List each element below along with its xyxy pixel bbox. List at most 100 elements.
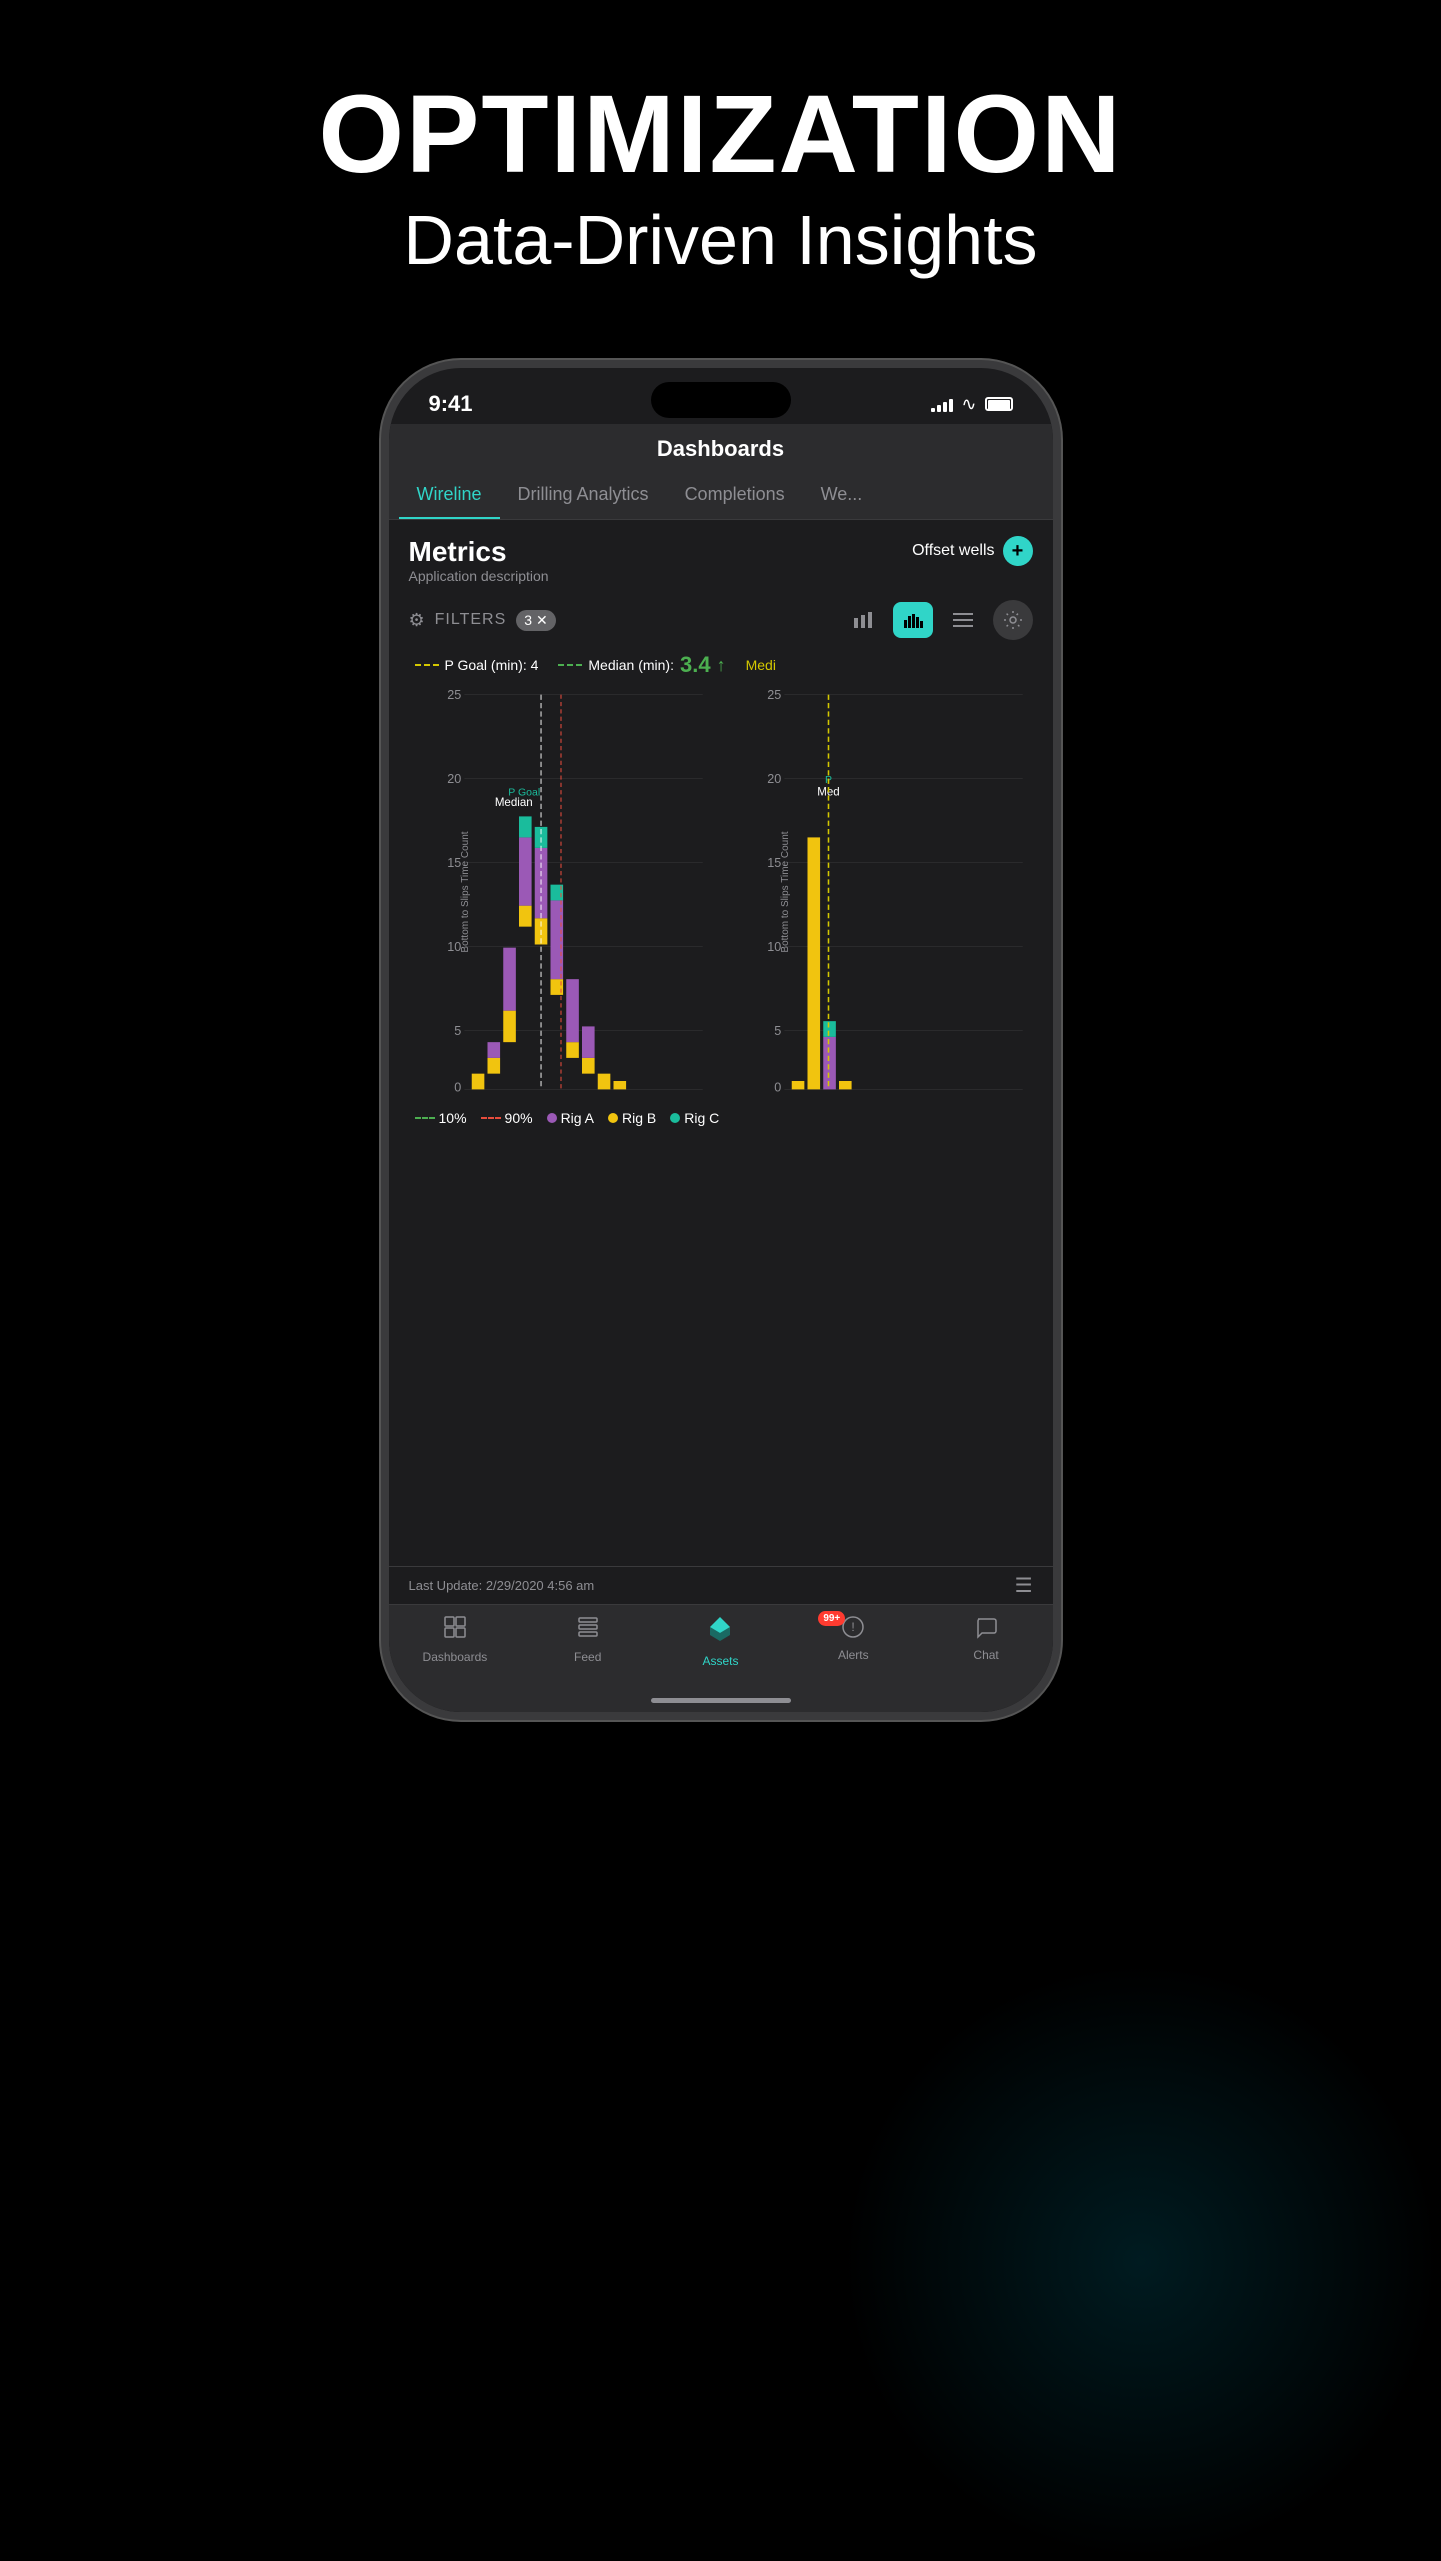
feed-nav-icon <box>576 1615 600 1646</box>
legend-90pct: 90% <box>481 1110 533 1126</box>
median-trend-icon: ↑ <box>717 655 726 676</box>
chart-legend-top: P Goal (min): 4 Median (min): 3.4 ↑ Medi <box>399 648 1043 682</box>
assets-nav-icon <box>706 1615 734 1650</box>
y-axis-title-1: Bottom to Slips Time Count <box>460 831 471 952</box>
assets-nav-label: Assets <box>702 1654 738 1668</box>
legend-10pct-label: 10% <box>439 1110 467 1126</box>
svg-text:20: 20 <box>767 772 781 786</box>
bar-chart-view-button[interactable] <box>843 602 883 638</box>
status-time: 9:41 <box>429 391 473 417</box>
main-subtitle: Data-Driven Insights <box>318 200 1122 280</box>
p-goal-line-icon <box>415 664 439 666</box>
chat-nav-icon <box>974 1615 998 1644</box>
home-indicator <box>389 1688 1053 1712</box>
charts-container: Bottom to Slips Time Count 25 20 15 10 5 <box>399 682 1043 1102</box>
rig-a-label: Rig A <box>561 1110 594 1126</box>
phone-frame: 9:41 ∿ Dashboards <box>381 360 1061 1720</box>
offset-wells[interactable]: Offset wells + <box>912 536 1032 566</box>
median-line-icon <box>558 664 582 666</box>
chart-svg-2: 25 20 15 10 5 0 <box>723 682 1039 1102</box>
page-heading: OPTIMIZATION Data-Driven Insights <box>318 80 1122 280</box>
legend-10pct: 10% <box>415 1110 467 1126</box>
bottom-legend: 10% 90% Rig A Rig B <box>399 1102 1043 1134</box>
y-axis-title-2: Bottom to Slips Time Count <box>780 831 791 952</box>
median-text-label: Median (min): <box>588 657 674 673</box>
settings-button[interactable] <box>993 600 1033 640</box>
dashboards-nav-label: Dashboards <box>423 1650 488 1664</box>
filter-icon: ⚙ <box>409 610 425 631</box>
rig-a-dot <box>547 1113 557 1123</box>
nav-item-chat[interactable]: Chat <box>920 1615 1053 1668</box>
nav-item-assets[interactable]: Assets <box>654 1615 787 1668</box>
dynamic-island <box>651 382 791 418</box>
menu-icon[interactable]: ☰ <box>1015 1573 1033 1598</box>
phone-screen: 9:41 ∿ Dashboards <box>389 368 1053 1712</box>
tab-bar: Wireline Drilling Analytics Completions … <box>389 470 1053 520</box>
nav-item-feed[interactable]: Feed <box>521 1615 654 1668</box>
rig-c-label: Rig C <box>684 1110 719 1126</box>
nav-item-alerts[interactable]: ! 99+ Alerts <box>787 1615 920 1668</box>
tab-completions[interactable]: Completions <box>667 470 803 519</box>
status-icons: ∿ <box>931 394 1012 415</box>
p-goal-legend: P Goal (min): 4 <box>415 657 539 673</box>
legend-rig-b: Rig B <box>608 1110 656 1126</box>
chat-nav-label: Chat <box>973 1648 998 1662</box>
metrics-info: Metrics Application description <box>409 536 549 584</box>
legend-90pct-line <box>481 1117 501 1119</box>
chart-panel-1: Bottom to Slips Time Count 25 20 15 10 5 <box>403 682 719 1102</box>
tab-we[interactable]: We... <box>803 470 881 519</box>
chart-area: P Goal (min): 4 Median (min): 3.4 ↑ Medi <box>389 648 1053 1566</box>
battery-icon <box>985 397 1013 411</box>
signal-icon <box>931 396 953 412</box>
svg-text:20: 20 <box>447 772 461 786</box>
wifi-icon: ∿ <box>961 394 976 415</box>
svg-text:10: 10 <box>447 940 461 954</box>
legend-rig-c: Rig C <box>670 1110 719 1126</box>
content-area: Metrics Application description Offset w… <box>389 520 1053 1604</box>
offset-wells-label: Offset wells <box>912 542 994 560</box>
rig-c-dot <box>670 1113 680 1123</box>
status-bottom-bar: Last Update: 2/29/2020 4:56 am ☰ <box>389 1566 1053 1604</box>
nav-item-dashboards[interactable]: Dashboards <box>389 1615 522 1668</box>
svg-text:5: 5 <box>774 1024 781 1038</box>
legend-10pct-line <box>415 1117 435 1119</box>
feed-nav-label: Feed <box>574 1650 601 1664</box>
median-value: 3.4 <box>680 652 711 678</box>
svg-text:0: 0 <box>454 1081 461 1095</box>
tab-wireline[interactable]: Wireline <box>399 470 500 519</box>
metrics-subtitle: Application description <box>409 568 549 584</box>
metrics-header: Metrics Application description Offset w… <box>389 520 1053 592</box>
p-goal-label: P Goal (min): 4 <box>445 657 539 673</box>
filters-label: FILTERS <box>435 611 507 629</box>
svg-text:0: 0 <box>774 1081 781 1095</box>
svg-text:5: 5 <box>454 1024 461 1038</box>
nav-bar: Dashboards <box>389 424 1053 470</box>
filters-bar: ⚙ FILTERS 3 ✕ <box>389 592 1053 648</box>
alerts-nav-label: Alerts <box>838 1648 869 1662</box>
histogram-view-button[interactable] <box>893 602 933 638</box>
svg-text:Median: Median <box>494 797 532 809</box>
svg-text:25: 25 <box>447 688 461 702</box>
chart-svg-1: 25 20 15 10 5 0 <box>403 682 719 1102</box>
svg-text:25: 25 <box>767 688 781 702</box>
svg-text:15: 15 <box>767 856 781 870</box>
rig-b-dot <box>608 1113 618 1123</box>
metrics-title: Metrics <box>409 536 549 568</box>
medi-label-partial: Medi <box>746 657 776 673</box>
legend-90pct-label: 90% <box>505 1110 533 1126</box>
main-title: OPTIMIZATION <box>318 80 1122 190</box>
rig-b-label: Rig B <box>622 1110 656 1126</box>
legend-rig-a: Rig A <box>547 1110 594 1126</box>
median-legend: Median (min): 3.4 ↑ <box>558 652 725 678</box>
alerts-badge: 99+ <box>818 1611 845 1626</box>
app-title: Dashboards <box>657 436 784 461</box>
last-update-text: Last Update: 2/29/2020 4:56 am <box>409 1578 595 1593</box>
svg-text:15: 15 <box>447 856 461 870</box>
bottom-nav: Dashboards Feed <box>389 1604 1053 1688</box>
offset-wells-add-button[interactable]: + <box>1003 536 1033 566</box>
svg-text:P Goal: P Goal <box>508 786 540 798</box>
svg-text:10: 10 <box>767 940 781 954</box>
list-view-button[interactable] <box>943 602 983 638</box>
filter-badge[interactable]: 3 ✕ <box>516 610 556 631</box>
tab-drilling-analytics[interactable]: Drilling Analytics <box>500 470 667 519</box>
